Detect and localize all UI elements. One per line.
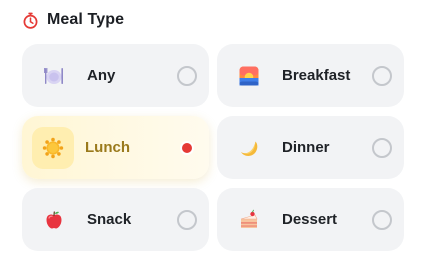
- radio-dot: [182, 142, 192, 153]
- crescent-moon-icon: [237, 136, 261, 160]
- meal-type-header: Meal Type: [22, 9, 124, 31]
- option-label: Snack: [87, 211, 132, 228]
- option-snack[interactable]: Snack: [22, 188, 209, 251]
- fork-knife-plate-icon: [42, 64, 66, 88]
- section-title: Meal Type: [47, 11, 125, 28]
- cake-slice-icon: [237, 208, 261, 232]
- radio-button[interactable]: [372, 137, 392, 158]
- meal-type-options: Any Breakfast Lunch Dinner Snack Dessert: [22, 44, 404, 251]
- radio-button[interactable]: [177, 209, 197, 230]
- option-any[interactable]: Any: [22, 44, 209, 107]
- option-dessert[interactable]: Dessert: [217, 188, 404, 251]
- sun-icon: [32, 126, 74, 169]
- option-label: Breakfast: [282, 67, 351, 84]
- option-label: Lunch: [85, 139, 130, 156]
- option-label: Dinner: [282, 139, 330, 156]
- stopwatch-icon: [23, 12, 38, 29]
- option-label: Dessert: [282, 211, 338, 228]
- option-label: Any: [87, 67, 116, 84]
- apple-icon: [42, 208, 66, 232]
- radio-button-selected[interactable]: [177, 138, 197, 158]
- radio-button[interactable]: [177, 65, 197, 86]
- radio-button[interactable]: [372, 65, 392, 86]
- option-dinner[interactable]: Dinner: [217, 116, 404, 179]
- option-lunch[interactable]: Lunch: [22, 116, 209, 179]
- radio-button[interactable]: [372, 209, 392, 230]
- sunrise-icon: [237, 64, 261, 88]
- option-breakfast[interactable]: Breakfast: [217, 44, 404, 107]
